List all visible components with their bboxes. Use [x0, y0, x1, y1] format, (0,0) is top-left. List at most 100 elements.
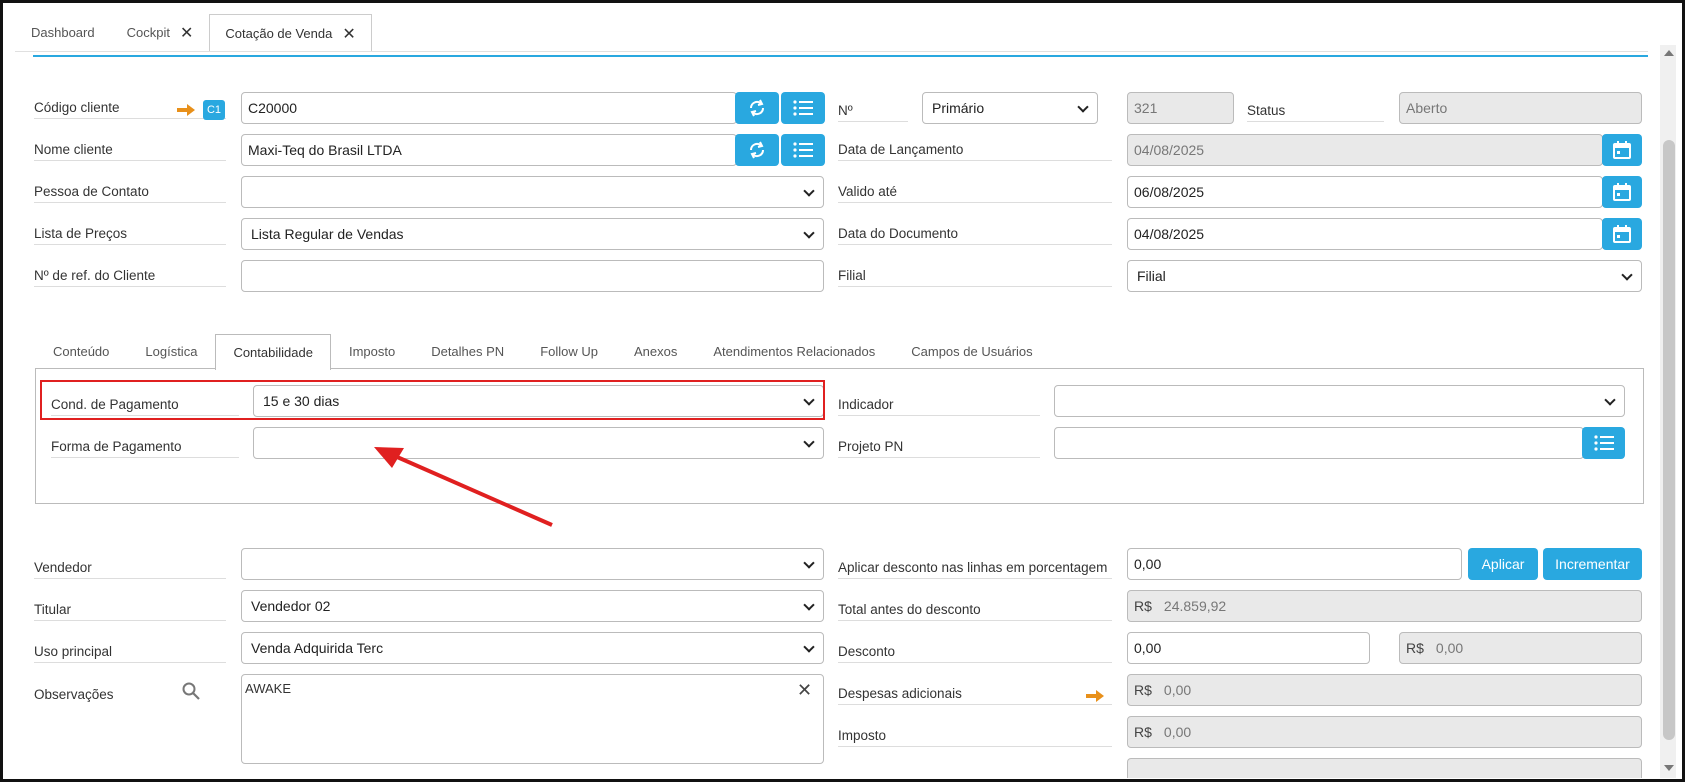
nome-cliente-label: Nome cliente	[34, 137, 226, 161]
tab-logistica[interactable]: Logística	[127, 333, 215, 369]
observacoes-textarea[interactable]: AWAKE	[241, 674, 824, 764]
projeto-pn-label: Projeto PN	[838, 434, 1040, 458]
lista-precos-label: Lista de Preços	[34, 221, 226, 245]
list-button[interactable]	[781, 134, 825, 166]
tab-follow-up[interactable]: Follow Up	[522, 333, 616, 369]
tab-label: Cockpit	[126, 25, 170, 40]
close-icon[interactable]: ✕	[342, 24, 355, 44]
tab-campos-usuarios[interactable]: Campos de Usuários	[893, 333, 1050, 369]
indicador-select[interactable]	[1054, 385, 1625, 417]
chevron-down-icon	[803, 227, 815, 239]
data-documento-label: Data do Documento	[838, 221, 1112, 245]
status-label: Status	[1247, 98, 1384, 122]
codigo-cliente-input[interactable]: C20000	[241, 92, 737, 124]
data-lancamento-label: Data de Lançamento	[838, 137, 1112, 161]
tab-atendimentos[interactable]: Atendimentos Relacionados	[695, 333, 893, 369]
filial-label: Filial	[838, 263, 1112, 287]
valido-ate-label: Valido até	[838, 179, 1112, 203]
list-icon	[1593, 435, 1614, 451]
chevron-down-icon	[803, 641, 815, 653]
search-icon[interactable]	[182, 682, 200, 700]
tab-anexos[interactable]: Anexos	[616, 333, 695, 369]
numero-input: 321	[1127, 92, 1234, 124]
clear-icon[interactable]: ✕	[797, 680, 812, 701]
status-input: Aberto	[1399, 92, 1642, 124]
calendar-button[interactable]	[1602, 218, 1642, 250]
titular-label: Titular	[34, 597, 226, 621]
incrementar-button[interactable]: Incrementar	[1543, 548, 1642, 580]
projeto-pn-input[interactable]	[1054, 427, 1584, 459]
serie-select[interactable]: Primário	[922, 92, 1098, 124]
next-field-input	[1127, 758, 1642, 778]
lista-precos-select[interactable]: Lista Regular de Vendas	[241, 218, 824, 250]
chevron-down-icon	[1077, 101, 1089, 113]
aplicar-button[interactable]: Aplicar	[1468, 548, 1538, 580]
desconto-input[interactable]: 0,00	[1127, 632, 1370, 664]
detail-tabs: Conteúdo Logística Contabilidade Imposto…	[35, 333, 1051, 370]
tab-imposto[interactable]: Imposto	[331, 333, 413, 369]
refresh-button[interactable]	[735, 92, 779, 124]
highlight-box	[40, 380, 825, 420]
codigo-cliente-label: Código cliente	[34, 95, 226, 119]
vendedor-select[interactable]	[241, 548, 824, 580]
titular-select[interactable]: Vendedor 02	[241, 590, 824, 622]
tab-conteudo[interactable]: Conteúdo	[35, 333, 127, 369]
list-icon	[793, 100, 813, 116]
list-button[interactable]	[781, 92, 825, 124]
uso-principal-select[interactable]: Venda Adquirida Terc	[241, 632, 824, 664]
tab-contabilidade[interactable]: Contabilidade	[215, 334, 331, 370]
tab-label: Cotação de Venda	[225, 26, 333, 41]
tab-label: Dashboard	[31, 25, 95, 40]
desconto-valor-input: R$ 0,00	[1399, 632, 1642, 664]
nome-cliente-input[interactable]: Maxi-Teq do Brasil LTDA	[241, 134, 737, 166]
pessoa-contato-label: Pessoa de Contato	[34, 179, 226, 203]
chevron-down-icon	[1621, 269, 1633, 281]
pessoa-contato-select[interactable]	[241, 176, 824, 208]
calendar-icon	[1613, 225, 1631, 243]
desconto-label: Desconto	[838, 639, 1112, 663]
calendar-button[interactable]	[1602, 176, 1642, 208]
total-antes-label: Total antes do desconto	[838, 597, 1112, 621]
vendedor-label: Vendedor	[34, 555, 226, 579]
uso-principal-label: Uso principal	[34, 639, 226, 663]
c1-badge[interactable]: C1	[203, 100, 225, 120]
list-icon	[793, 142, 813, 158]
chevron-down-icon	[803, 557, 815, 569]
tab-detalhes-pn[interactable]: Detalhes PN	[413, 333, 522, 369]
valido-ate-input[interactable]: 06/08/2025	[1127, 176, 1603, 208]
desconto-percentual-input[interactable]: 0,00	[1127, 548, 1462, 580]
refresh-button[interactable]	[735, 134, 779, 166]
refresh-icon	[749, 141, 765, 159]
projeto-list-button[interactable]	[1582, 427, 1625, 459]
refresh-icon	[749, 99, 765, 117]
forma-pagamento-label: Forma de Pagamento	[51, 434, 239, 458]
chevron-down-icon	[1604, 394, 1616, 406]
chevron-down-icon	[803, 599, 815, 611]
tab-dashboard[interactable]: Dashboard	[15, 13, 111, 51]
arrow-right-icon[interactable]	[177, 104, 195, 116]
chevron-down-icon	[803, 185, 815, 197]
document-tabs: Dashboard Cockpit ✕ Cotação de Venda ✕	[15, 13, 372, 52]
tabs-divider	[15, 51, 1648, 52]
accent-line	[33, 55, 1648, 57]
imposto-label: Imposto	[838, 723, 1112, 747]
tab-cotacao-venda[interactable]: Cotação de Venda ✕	[209, 14, 372, 52]
tab-cockpit[interactable]: Cockpit ✕	[111, 13, 210, 51]
scroll-down-icon[interactable]	[1664, 765, 1674, 771]
scrollbar-thumb[interactable]	[1663, 140, 1675, 740]
filial-select[interactable]: Filial	[1127, 260, 1642, 292]
calendar-button[interactable]	[1602, 134, 1642, 166]
ref-cliente-input[interactable]	[241, 260, 824, 292]
annotation-arrow-icon	[374, 447, 553, 527]
ref-cliente-label: Nº de ref. do Cliente	[34, 263, 226, 287]
aplicar-desconto-label: Aplicar desconto nas linhas em porcentag…	[838, 555, 1112, 579]
data-documento-input[interactable]: 04/08/2025	[1127, 218, 1603, 250]
close-icon[interactable]: ✕	[180, 23, 193, 43]
arrow-right-icon[interactable]	[1086, 690, 1104, 702]
calendar-icon	[1613, 183, 1631, 201]
indicador-label: Indicador	[838, 392, 1040, 416]
scroll-up-icon[interactable]	[1664, 50, 1674, 56]
despesas-input: R$ 0,00	[1127, 674, 1642, 706]
data-lancamento-input: 04/08/2025	[1127, 134, 1603, 166]
total-antes-input: R$ 24.859,92	[1127, 590, 1642, 622]
